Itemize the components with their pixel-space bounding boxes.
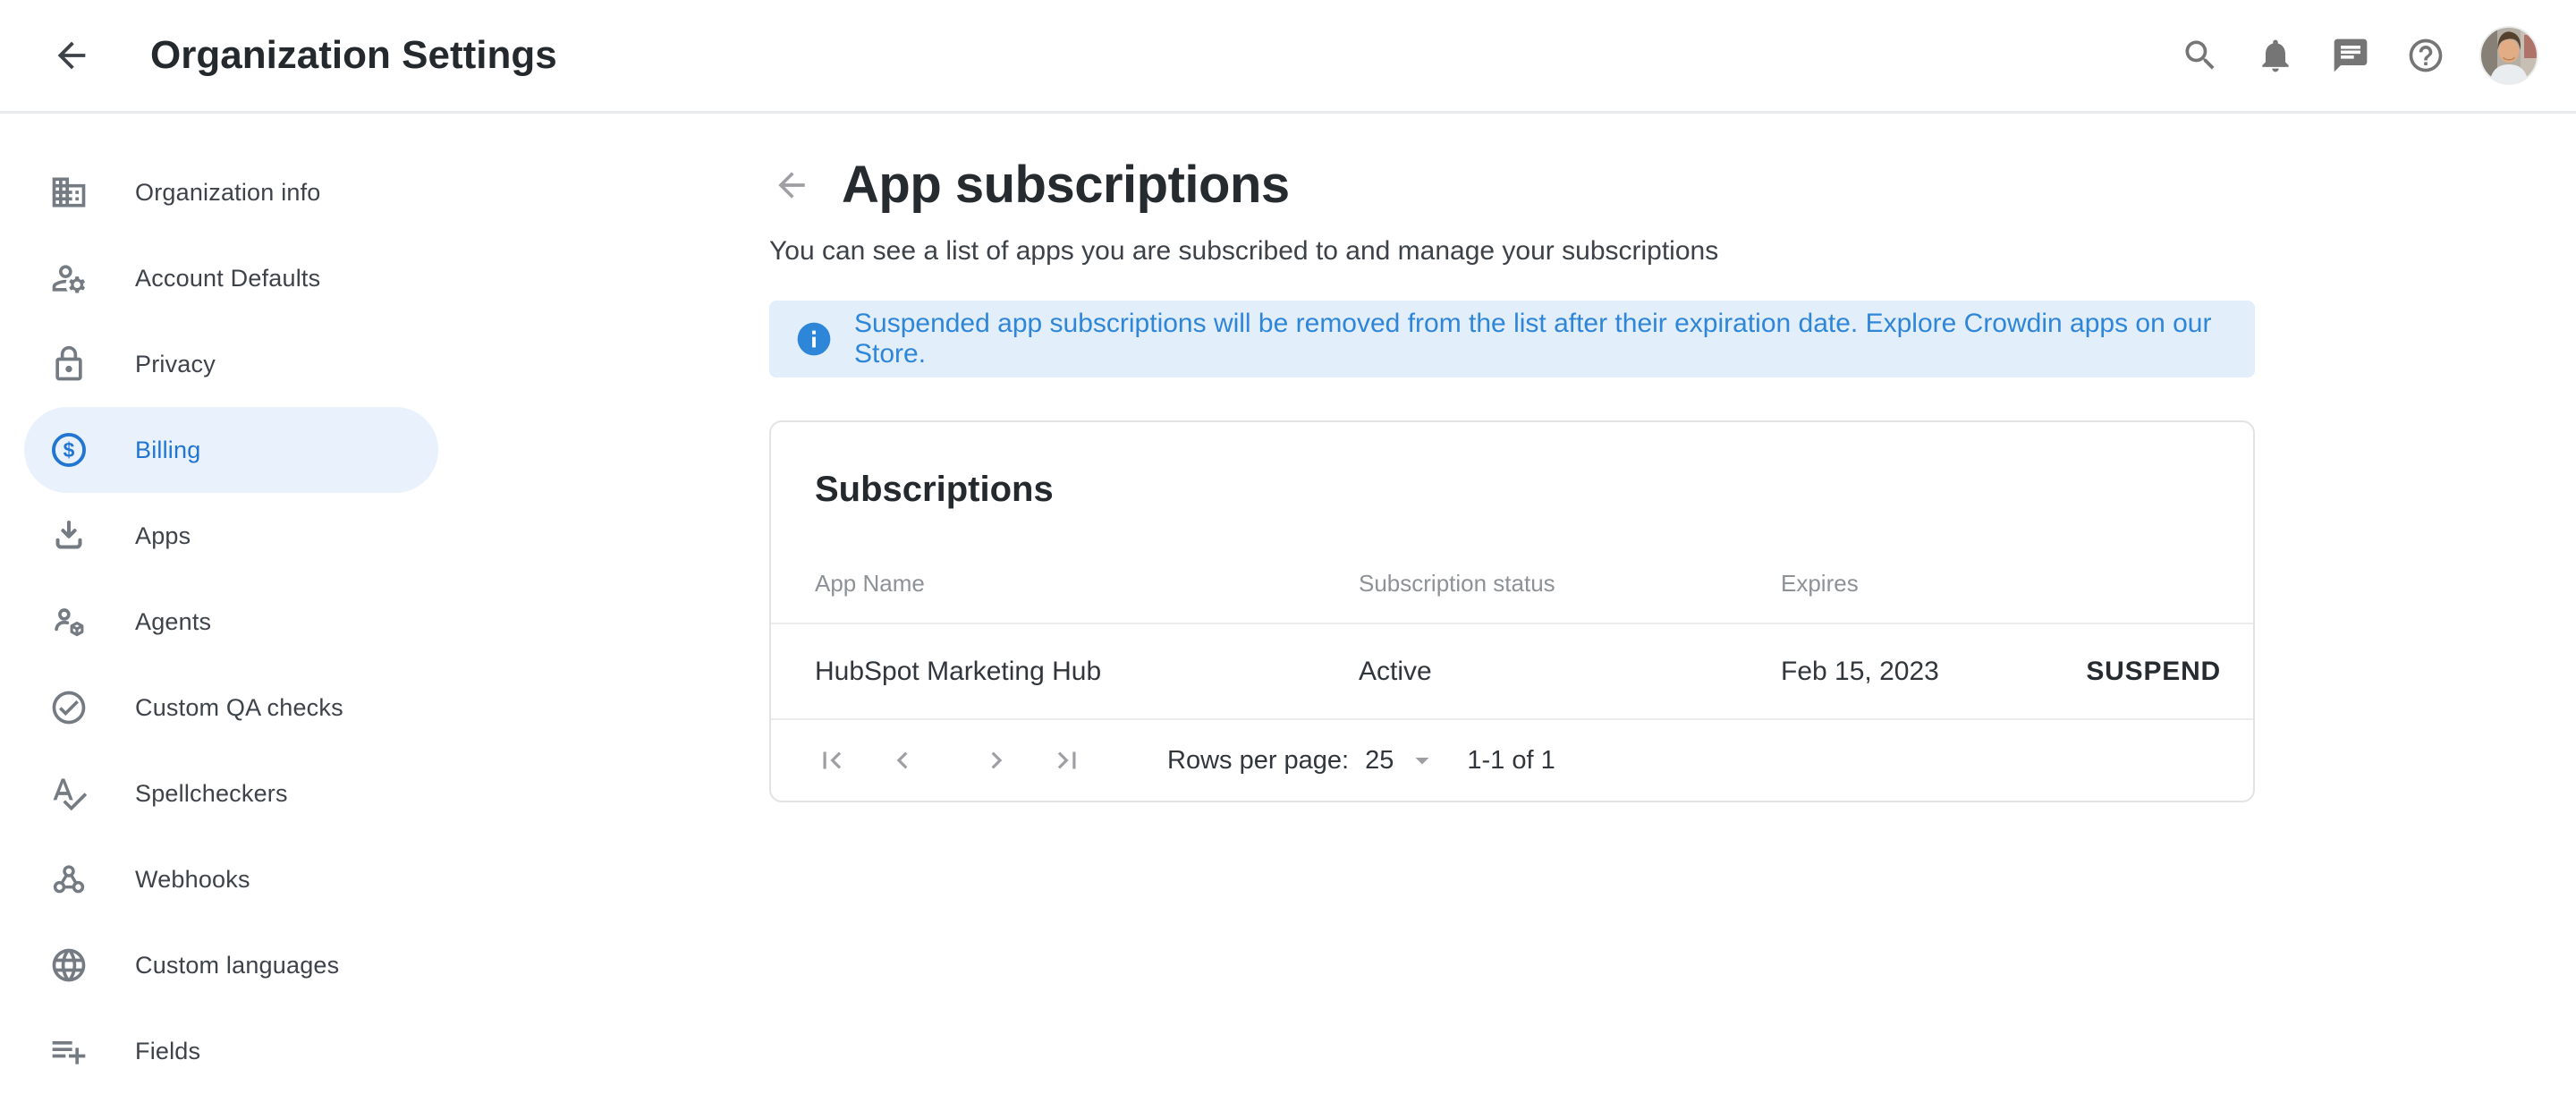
lock-icon [49,344,89,384]
column-header-app-name: App Name [815,570,1359,598]
section-title: App subscriptions [842,155,1290,215]
sidebar-item-label: Privacy [135,351,216,378]
column-header-subscription-status: Subscription status [1359,570,1781,598]
sidebar-item-label: Webhooks [135,866,250,894]
sidebar-item-account-defaults[interactable]: Account Defaults [24,235,438,321]
chevron-left-icon [886,743,919,777]
back-button[interactable] [50,34,93,77]
svg-text:$: $ [64,438,75,462]
table-header-row: App Name Subscription status Expires [771,510,2253,624]
topbar-actions [2179,26,2538,85]
page-title: Organization Settings [150,33,557,78]
last-page-button[interactable] [1049,742,1085,778]
sidebar-item-webhooks[interactable]: Webhooks [24,836,438,922]
person-cube-icon [49,602,89,641]
next-page-button[interactable] [979,742,1014,778]
bell-icon [2256,36,2295,75]
arrow-back-icon [772,165,811,205]
first-page-icon [815,743,849,777]
cell-expires: Feb 15, 2023 [1781,657,2086,687]
person-gear-icon [49,259,89,298]
sidebar-item-label: Fields [135,1038,200,1065]
section-back-button[interactable] [772,165,811,205]
check-circle-icon [49,688,89,727]
help-button[interactable] [2404,34,2447,77]
info-banner: Suspended app subscriptions will be remo… [769,301,2255,377]
globe-icon [49,946,89,985]
chevron-down-icon [1406,744,1438,776]
dollar-circle-icon: $ [49,430,89,470]
settings-sidebar: Organization info Account Defaults Priva… [0,116,465,1094]
last-page-icon [1050,743,1084,777]
playlist-add-icon [49,1031,89,1071]
sidebar-item-custom-qa-checks[interactable]: Custom QA checks [24,665,438,751]
notifications-button[interactable] [2254,34,2297,77]
main-content: App subscriptions You can see a list of … [769,114,2255,802]
search-button[interactable] [2179,34,2222,77]
sidebar-item-fields[interactable]: Fields [24,1008,438,1094]
banner-message[interactable]: Suspended app subscriptions will be remo… [854,309,2228,369]
sidebar-item-label: Organization info [135,179,321,207]
building-icon [49,173,89,212]
first-page-button[interactable] [814,742,850,778]
rows-per-page-select[interactable]: 25 [1349,744,1438,776]
sidebar-item-spellcheckers[interactable]: Spellcheckers [24,751,438,836]
download-icon [49,516,89,555]
help-icon [2406,36,2445,75]
sidebar-item-organization-info[interactable]: Organization info [24,149,438,235]
table-row: HubSpot Marketing Hub Active Feb 15, 202… [771,624,2253,720]
previous-page-button[interactable] [885,742,920,778]
arrow-back-icon [51,35,92,76]
card-title: Subscriptions [815,469,2253,510]
sidebar-item-label: Custom QA checks [135,694,343,722]
pagination-range: 1-1 of 1 [1467,746,1555,776]
suspend-button[interactable]: SUSPEND [2086,657,2221,687]
cell-app-name: HubSpot Marketing Hub [815,657,1359,687]
cell-subscription-status: Active [1359,657,1781,687]
sidebar-item-privacy[interactable]: Privacy [24,321,438,407]
sidebar-item-label: Agents [135,608,211,636]
sidebar-item-label: Account Defaults [135,265,320,293]
section-subtitle: You can see a list of apps you are subsc… [769,236,2255,267]
sidebar-item-label: Apps [135,522,191,550]
search-icon [2181,36,2220,75]
sidebar-item-label: Billing [135,437,200,464]
sidebar-item-custom-languages[interactable]: Custom languages [24,922,438,1008]
sidebar-item-apps[interactable]: Apps [24,493,438,579]
topbar: Organization Settings [0,0,2576,114]
sidebar-item-label: Custom languages [135,952,339,980]
section-header: App subscriptions [769,155,2255,215]
chat-icon [2331,36,2370,75]
spellcheck-icon [49,774,89,813]
info-icon [796,321,832,357]
chevron-right-icon [979,743,1013,777]
subscriptions-card: Subscriptions App Name Subscription stat… [769,420,2255,802]
user-avatar[interactable] [2479,26,2538,85]
webhook-icon [49,860,89,899]
rows-per-page-label: Rows per page: [1167,746,1349,776]
sidebar-item-label: Spellcheckers [135,780,288,808]
table-pagination: Rows per page: 25 1-1 of 1 [771,720,2253,801]
sidebar-item-agents[interactable]: Agents [24,579,438,665]
rows-per-page-value: 25 [1365,746,1394,776]
messages-button[interactable] [2329,34,2372,77]
sidebar-item-billing[interactable]: $ Billing [24,407,438,493]
column-header-expires: Expires [1781,570,2221,598]
